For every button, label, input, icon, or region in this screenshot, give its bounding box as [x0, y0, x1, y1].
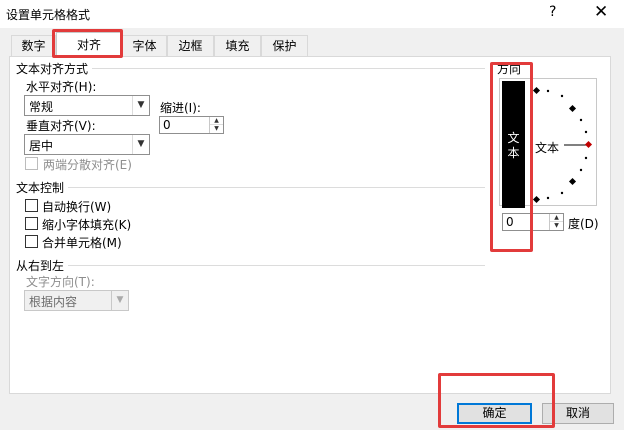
help-icon[interactable]: ? — [549, 4, 556, 20]
tab-fill[interactable]: 填充 — [214, 35, 261, 57]
dial-dot — [546, 89, 550, 93]
degrees-label: 度(D) — [568, 217, 599, 231]
triangle-up-icon[interactable]: ▲ — [550, 214, 563, 222]
horizontal-align-value: 常规 — [29, 100, 54, 114]
title-bar: 设置单元格格式 ? ✕ — [0, 0, 624, 28]
dial-dot — [560, 94, 564, 98]
text-direction-label: 文字方向(T): — [26, 275, 95, 289]
tab-protection[interactable]: 保护 — [261, 35, 308, 57]
indent-label: 缩进(I): — [160, 101, 201, 115]
tab-alignment[interactable]: 对齐 — [56, 32, 122, 58]
vertical-align-select[interactable]: 居中 ▼ — [24, 134, 150, 155]
chevron-down-icon: ▼ — [132, 96, 149, 115]
degrees-stepper[interactable]: 0 ▲ ▼ — [502, 213, 564, 231]
vertical-align-value: 居中 — [29, 139, 54, 153]
text-alignment-title: 文本对齐方式 — [16, 62, 89, 76]
chevron-down-icon: ▼ — [132, 135, 149, 154]
dial-marker — [568, 177, 577, 186]
shrink-to-fit-checkbox[interactable] — [25, 217, 38, 230]
indent-value: 0 — [163, 118, 171, 132]
rtl-title: 从右到左 — [16, 259, 65, 273]
divider — [92, 68, 485, 69]
merge-cells-checkbox[interactable] — [25, 235, 38, 248]
horizontal-align-label: 水平对齐(H): — [26, 80, 97, 94]
vertical-text-label: 文本 — [507, 131, 520, 160]
indent-stepper[interactable]: 0 ▲ ▼ — [159, 116, 224, 134]
vertical-align-label: 垂直对齐(V): — [26, 119, 96, 133]
dial-dot — [584, 156, 588, 160]
wrap-text-checkbox[interactable] — [25, 199, 38, 212]
tab-border[interactable]: 边框 — [167, 35, 214, 57]
shrink-to-fit-label: 缩小字体填充(K) — [42, 218, 132, 232]
triangle-up-icon[interactable]: ▲ — [210, 117, 223, 125]
dial-dot — [584, 130, 588, 134]
dial-dot — [579, 118, 583, 122]
close-icon[interactable]: ✕ — [594, 2, 608, 22]
triangle-down-icon[interactable]: ▼ — [550, 222, 563, 230]
dial-text-label: 文本 — [535, 141, 560, 155]
merge-cells-label: 合并单元格(M) — [42, 236, 122, 250]
divider — [68, 187, 485, 188]
text-control-title: 文本控制 — [16, 181, 65, 195]
text-direction-select[interactable]: 根据内容 ▼ — [24, 290, 129, 311]
dial-dot — [579, 168, 583, 172]
wrap-text-label: 自动换行(W) — [42, 200, 112, 214]
ok-button[interactable]: 确定 — [457, 403, 532, 424]
tab-number[interactable]: 数字 — [11, 35, 56, 57]
dial-dot — [546, 196, 550, 200]
chevron-down-icon: ▼ — [111, 291, 128, 310]
dial-marker — [532, 195, 541, 204]
dial-dot — [560, 191, 564, 195]
dial-marker — [568, 104, 577, 113]
vertical-text-toggle[interactable]: 文本 — [502, 81, 525, 208]
dialog-title: 设置单元格格式 — [6, 8, 91, 22]
dial-active-marker — [584, 140, 593, 149]
justify-distributed-checkbox[interactable] — [25, 157, 38, 170]
divider — [68, 265, 485, 266]
horizontal-align-select[interactable]: 常规 ▼ — [24, 95, 150, 116]
degrees-value: 0 — [506, 215, 514, 229]
justify-distributed-label: 两端分散对齐(E) — [43, 158, 132, 172]
dial-marker — [532, 86, 541, 95]
cancel-button[interactable]: 取消 — [542, 403, 614, 424]
triangle-down-icon[interactable]: ▼ — [210, 125, 223, 133]
orientation-title: 方向 — [497, 62, 522, 76]
tab-font[interactable]: 字体 — [122, 35, 167, 57]
text-direction-value: 根据内容 — [29, 295, 78, 309]
